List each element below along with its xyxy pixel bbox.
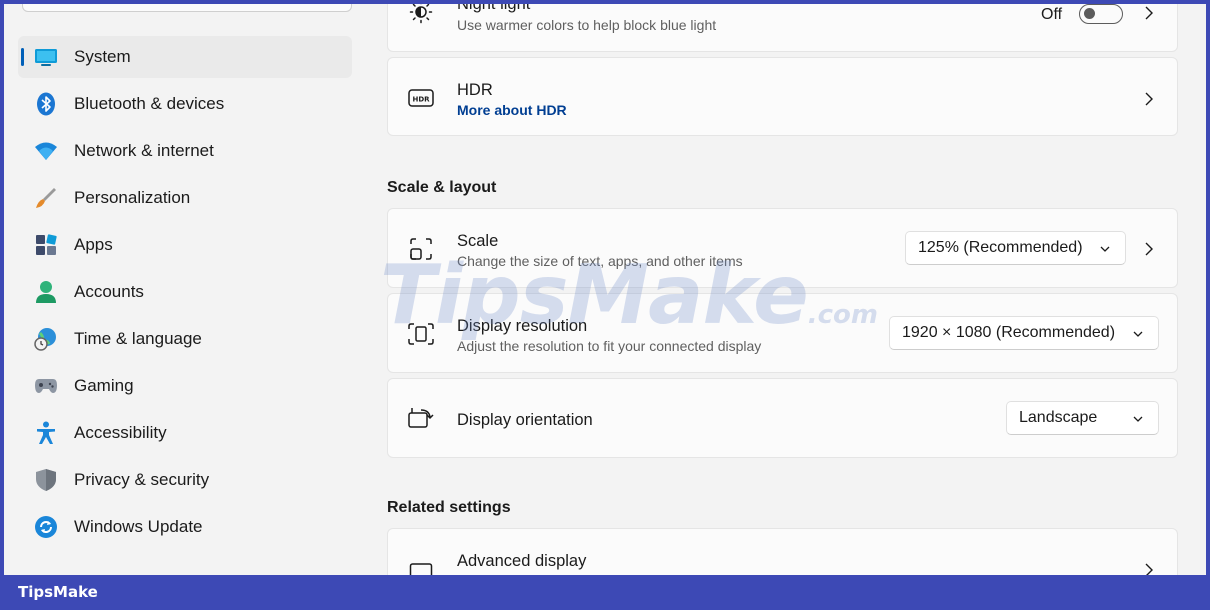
chevron-right-icon bbox=[1145, 6, 1153, 20]
sidebar-nav: System Bluetooth & devices Network & int… bbox=[18, 36, 352, 553]
orientation-value: Landscape bbox=[1019, 409, 1098, 426]
chevron-right-icon bbox=[1145, 242, 1153, 256]
resolution-value: 1920 × 1080 (Recommended) bbox=[902, 324, 1116, 341]
sidebar-item-system[interactable]: System bbox=[18, 36, 352, 78]
footer-brand: TipsMake bbox=[18, 583, 98, 601]
scale-layout-heading: Scale & layout bbox=[387, 179, 497, 196]
scale-value: 125% (Recommended) bbox=[918, 239, 1083, 256]
resolution-subtitle: Adjust the resolution to fit your connec… bbox=[457, 338, 762, 354]
sidebar-item-accessibility[interactable]: Accessibility bbox=[18, 412, 352, 454]
orientation-icon bbox=[408, 406, 434, 432]
sidebar-item-label: Accounts bbox=[74, 282, 144, 301]
night-light-title: Night light bbox=[457, 0, 531, 13]
scale-title: Scale bbox=[457, 232, 499, 250]
night-light-toggle[interactable] bbox=[1079, 4, 1123, 24]
sidebar-item-network[interactable]: Network & internet bbox=[18, 130, 352, 172]
scale-subtitle: Change the size of text, apps, and other… bbox=[457, 253, 743, 269]
orientation-card: Display orientation Landscape bbox=[387, 378, 1178, 458]
advanced-display-title: Advanced display bbox=[457, 552, 587, 570]
search-box[interactable] bbox=[22, 0, 352, 12]
sidebar-item-bluetooth[interactable]: Bluetooth & devices bbox=[18, 83, 352, 125]
sidebar-item-label: Windows Update bbox=[74, 517, 203, 536]
globe-clock-icon bbox=[34, 327, 58, 351]
apps-icon bbox=[34, 233, 58, 257]
hdr-more-link[interactable]: More about HDR bbox=[457, 102, 567, 118]
orientation-title: Display orientation bbox=[457, 411, 593, 429]
sidebar-item-personalization[interactable]: Personalization bbox=[18, 177, 352, 219]
sidebar-item-label: Bluetooth & devices bbox=[74, 94, 225, 113]
accessibility-icon bbox=[34, 421, 58, 445]
chevron-right-icon bbox=[1145, 92, 1153, 106]
resolution-title: Display resolution bbox=[457, 317, 588, 335]
sidebar-item-label: Personalization bbox=[74, 188, 191, 207]
monitor-icon bbox=[34, 45, 58, 69]
sidebar-item-label: Privacy & security bbox=[74, 470, 210, 489]
chevron-down-icon bbox=[1133, 416, 1143, 422]
resolution-dropdown[interactable]: 1920 × 1080 (Recommended) bbox=[889, 316, 1159, 350]
sidebar-item-accounts[interactable]: Accounts bbox=[18, 271, 352, 313]
resolution-card: Display resolution Adjust the resolution… bbox=[387, 293, 1178, 373]
update-icon bbox=[34, 515, 58, 539]
night-light-icon bbox=[408, 0, 434, 25]
chevron-down-icon bbox=[1133, 331, 1143, 337]
wifi-icon bbox=[34, 139, 58, 163]
footer-bar: TipsMake bbox=[0, 575, 1210, 610]
hdr-card[interactable]: HDR HDR More about HDR bbox=[387, 57, 1178, 136]
scale-card[interactable]: Scale Change the size of text, apps, and… bbox=[387, 208, 1178, 288]
person-icon bbox=[34, 280, 58, 304]
sidebar-item-privacy-security[interactable]: Privacy & security bbox=[18, 459, 352, 501]
scale-icon bbox=[408, 236, 434, 262]
shield-icon bbox=[34, 468, 58, 492]
chevron-down-icon bbox=[1100, 246, 1110, 252]
night-light-subtitle: Use warmer colors to help block blue lig… bbox=[457, 17, 717, 33]
sidebar-item-label: Apps bbox=[74, 235, 113, 254]
hdr-title: HDR bbox=[457, 81, 493, 99]
night-light-state: Off bbox=[1041, 6, 1063, 23]
sidebar-item-label: System bbox=[74, 47, 131, 66]
gamepad-icon bbox=[34, 374, 58, 398]
sidebar-item-label: Network & internet bbox=[74, 141, 214, 160]
resolution-icon bbox=[408, 321, 434, 347]
sidebar-item-label: Accessibility bbox=[74, 423, 167, 442]
svg-text:HDR: HDR bbox=[412, 96, 430, 104]
active-indicator bbox=[21, 48, 24, 66]
orientation-dropdown[interactable]: Landscape bbox=[1006, 401, 1159, 435]
sidebar-item-windows-update[interactable]: Windows Update bbox=[18, 506, 352, 548]
sidebar-item-apps[interactable]: Apps bbox=[18, 224, 352, 266]
sidebar-item-label: Time & language bbox=[74, 329, 202, 348]
sidebar-item-label: Gaming bbox=[74, 376, 134, 395]
night-light-card[interactable]: Night light Use warmer colors to help bl… bbox=[387, 0, 1178, 52]
sidebar-item-gaming[interactable]: Gaming bbox=[18, 365, 352, 407]
sidebar-item-time-language[interactable]: Time & language bbox=[18, 318, 352, 360]
bluetooth-icon bbox=[34, 92, 58, 116]
brush-icon bbox=[34, 186, 58, 210]
related-settings-heading: Related settings bbox=[387, 499, 511, 516]
hdr-icon: HDR bbox=[408, 85, 434, 111]
scale-dropdown[interactable]: 125% (Recommended) bbox=[905, 231, 1126, 265]
